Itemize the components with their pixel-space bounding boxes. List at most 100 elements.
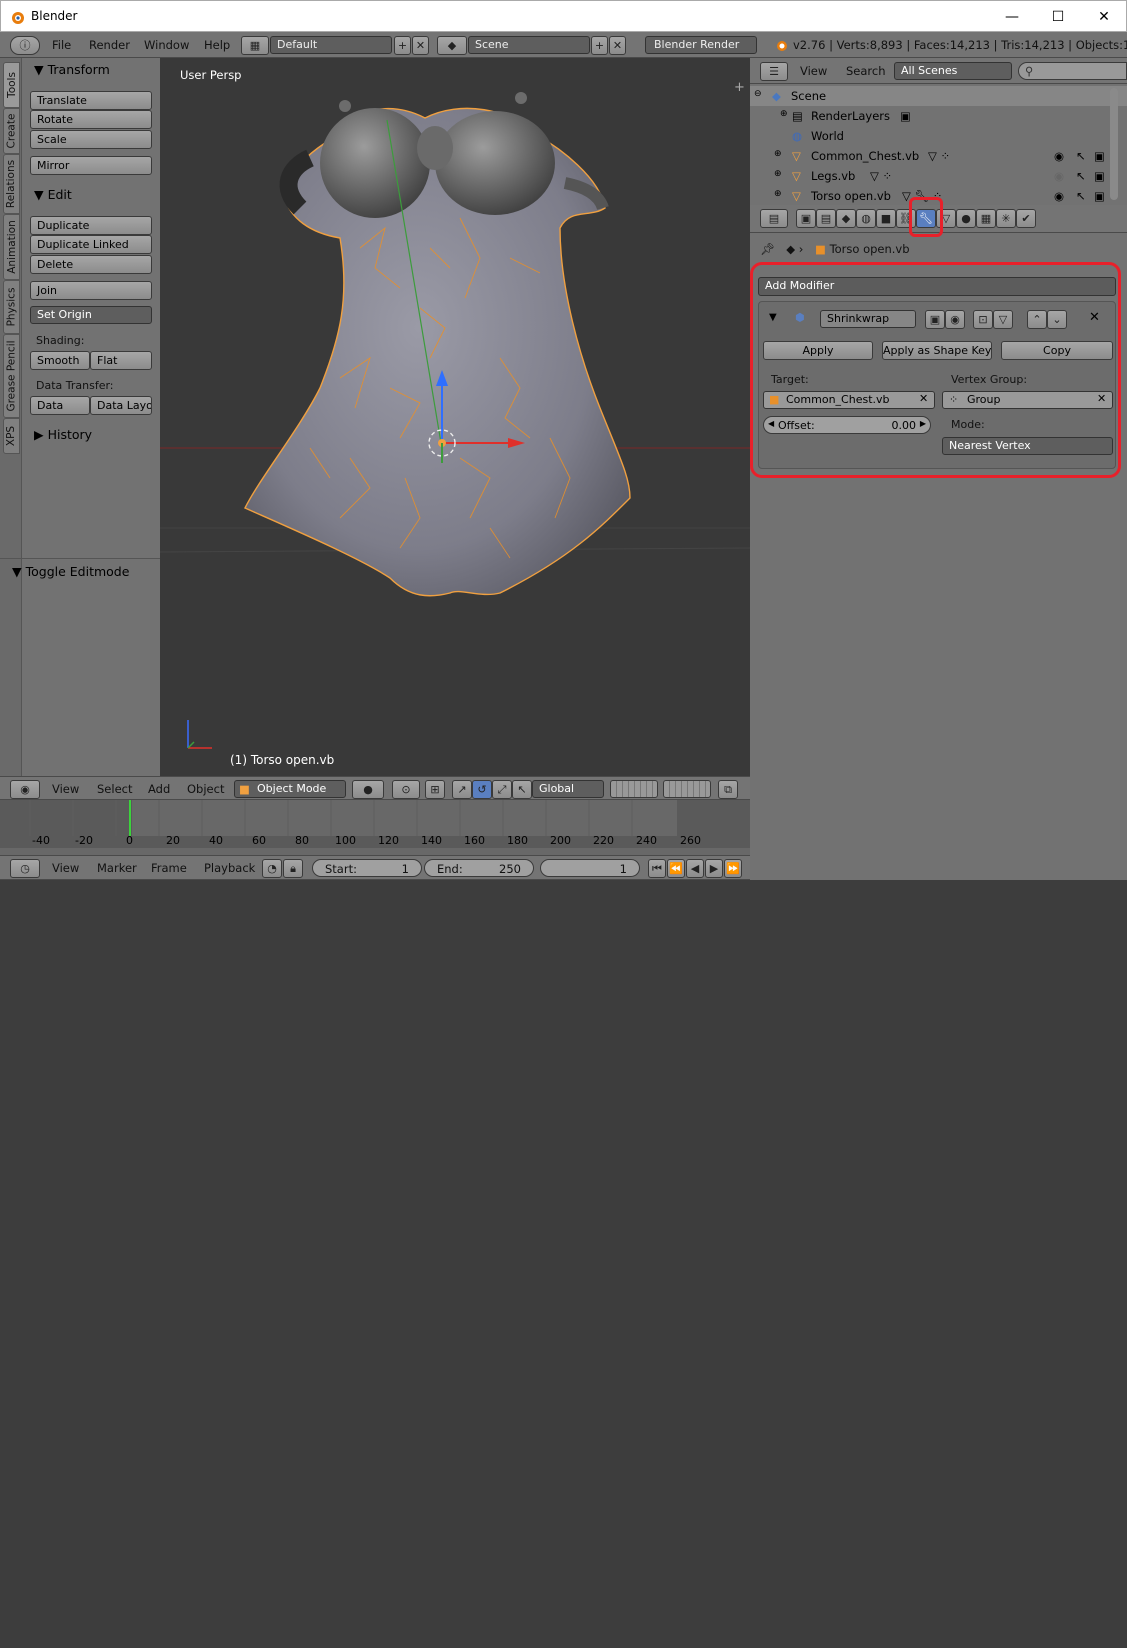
clear-vertex-group-icon[interactable]: ✕	[1097, 392, 1106, 405]
start-frame-field[interactable]: Start: 1	[312, 859, 422, 877]
vertex-group-field[interactable]: Group	[942, 391, 1113, 409]
apply-as-shape-key-button[interactable]: Apply as Shape Key	[882, 341, 992, 360]
copy-button[interactable]: Copy	[1001, 341, 1113, 360]
viewport-menu-select[interactable]: Select	[97, 782, 132, 796]
timeline-menu-playback[interactable]: Playback	[204, 861, 255, 875]
maximize-button[interactable]: ☐	[1035, 1, 1081, 32]
outliner-row-world[interactable]: ◍ World	[750, 126, 1127, 146]
edit-panel-title[interactable]: ▼ Edit	[34, 187, 72, 202]
properties-region-toggle-icon[interactable]: +	[734, 80, 745, 95]
pivot-point-icon[interactable]: ⊙	[392, 780, 420, 799]
timeline-menu-marker[interactable]: Marker	[97, 861, 137, 875]
translate-manipulator-icon[interactable]: ↗	[452, 780, 472, 799]
outliner-menu-view[interactable]: View	[800, 64, 827, 78]
play-reverse-icon[interactable]: ◀	[686, 859, 704, 878]
viewport-shading-icon[interactable]: ●	[352, 780, 384, 799]
next-keyframe-icon[interactable]: ⏩	[724, 859, 742, 878]
display-mode-select[interactable]: All Scenes	[894, 62, 1012, 80]
menu-file[interactable]: File	[52, 38, 71, 52]
prev-keyframe-icon[interactable]: ⏪	[667, 859, 685, 878]
render-camera-icon[interactable]: ▣	[1094, 189, 1105, 203]
mode-select[interactable]: Nearest Vertex	[942, 437, 1113, 455]
tab-physics[interactable]: Physics	[3, 280, 20, 334]
editor-type-properties-icon[interactable]: ▤	[760, 209, 788, 228]
viewport-menu-add[interactable]: Add	[148, 782, 170, 796]
visibility-eye-icon[interactable]: ◉	[1054, 149, 1064, 163]
set-origin-select[interactable]: Set Origin	[30, 306, 152, 324]
select-arrow-icon[interactable]: ↖	[1076, 149, 1086, 163]
offset-field[interactable]: ◀ Offset: 0.00 ▶	[763, 416, 931, 434]
tab-create[interactable]: Create	[3, 108, 20, 154]
render-context-icon[interactable]: ▣	[796, 209, 816, 228]
visibility-eye-icon[interactable]: ◉	[1054, 169, 1064, 183]
layer-buttons-a[interactable]	[610, 780, 658, 798]
3d-viewport[interactable]: User Persp (1) Torso open.vb +	[160, 58, 750, 776]
current-frame-field[interactable]: 1	[540, 859, 640, 877]
layer-buttons-b[interactable]	[663, 780, 711, 798]
physics-context-icon[interactable]: ✔	[1016, 209, 1036, 228]
outliner-row-common-chest[interactable]: ⊕ ▽ Common_Chest.vb ▽ ⁘ ◉ ↖ ▣	[750, 146, 1127, 166]
scene-selector-icon[interactable]: ◆	[437, 36, 467, 55]
modifier-render-icon[interactable]: ▣	[925, 310, 945, 329]
add-modifier-select[interactable]: Add Modifier	[758, 277, 1116, 296]
remove-modifier-icon[interactable]: ✕	[1089, 310, 1100, 325]
screen-layout-icon[interactable]: ▦	[241, 36, 269, 55]
render-camera-icon[interactable]: ▣	[1094, 149, 1105, 163]
world-context-icon[interactable]: ◍	[856, 209, 876, 228]
tab-tools[interactable]: Tools	[3, 62, 20, 108]
scene-field[interactable]: Scene	[468, 36, 590, 54]
collapse-arrow-icon[interactable]: ▼	[769, 312, 777, 323]
outliner-search-input[interactable]: ⚲	[1018, 62, 1127, 80]
menu-render[interactable]: Render	[89, 38, 130, 52]
data-layout-button[interactable]: Data Layo	[90, 396, 152, 415]
editor-type-info-icon[interactable]: ⓘ	[10, 36, 40, 55]
flat-button[interactable]: Flat	[90, 351, 152, 370]
select-arrow-icon[interactable]: ↖	[1076, 169, 1086, 183]
orientation-select[interactable]: Global	[532, 780, 604, 798]
modifier-name-field[interactable]: Shrinkwrap	[820, 310, 916, 328]
layout-field[interactable]: Default	[270, 36, 392, 54]
modifier-editmode-icon[interactable]: ⊡	[973, 310, 993, 329]
scale-manipulator-icon[interactable]: ⤢	[492, 780, 512, 799]
delete-button[interactable]: Delete	[30, 255, 152, 274]
lock-layers-icon[interactable]: ⧉	[718, 780, 738, 799]
tab-animation[interactable]: Animation	[3, 214, 20, 280]
modifier-cage-icon[interactable]: ▽	[993, 310, 1013, 329]
viewport-menu-view[interactable]: View	[52, 782, 79, 796]
outliner-scrollbar[interactable]	[1110, 88, 1118, 200]
clock-icon[interactable]: ◔	[262, 859, 282, 878]
timeline-menu-frame[interactable]: Frame	[151, 861, 187, 875]
duplicate-linked-button[interactable]: Duplicate Linked	[30, 235, 152, 254]
editor-type-timeline-icon[interactable]: ◷	[10, 859, 40, 878]
join-button[interactable]: Join	[30, 281, 152, 300]
viewport-menu-object[interactable]: Object	[187, 782, 224, 796]
rotate-manipulator-icon[interactable]: ↺	[472, 780, 492, 799]
renderlayer-context-icon[interactable]: ▤	[816, 209, 836, 228]
timeline-menu-view[interactable]: View	[52, 861, 79, 875]
rotate-button[interactable]: Rotate	[30, 110, 152, 129]
editor-type-3dview-icon[interactable]: ◉	[10, 780, 40, 799]
move-down-icon[interactable]: ⌄	[1047, 310, 1067, 329]
add-layout-icon[interactable]: +	[394, 36, 411, 55]
tab-relations[interactable]: Relations	[3, 154, 20, 214]
mode-select[interactable]: Object Mode	[234, 780, 346, 798]
pin-icon[interactable]: 📌︎	[760, 242, 775, 256]
toggle-editmode-title[interactable]: ▼ Toggle Editmode	[12, 564, 129, 579]
end-frame-field[interactable]: End: 250	[424, 859, 534, 877]
remove-layout-icon[interactable]: ✕	[412, 36, 429, 55]
lock-frame-icon[interactable]: 🔒︎	[283, 859, 303, 878]
select-arrow-icon[interactable]: ↖	[1076, 189, 1086, 203]
add-scene-icon[interactable]: +	[591, 36, 608, 55]
modifier-viewport-icon[interactable]: ◉	[945, 310, 965, 329]
outliner-row-legs[interactable]: ⊕ ▽ Legs.vb ▽ ⁘ ◉ ↖ ▣	[750, 166, 1127, 186]
manipulator-toggle-icon[interactable]: ⊞	[425, 780, 445, 799]
duplicate-button[interactable]: Duplicate	[30, 216, 152, 235]
apply-button[interactable]: Apply	[763, 341, 873, 360]
scene-context-icon[interactable]: ◆	[836, 209, 856, 228]
menu-help[interactable]: Help	[204, 38, 230, 52]
target-field[interactable]: Common_Chest.vb	[763, 391, 935, 409]
visibility-eye-icon[interactable]: ◉	[1054, 189, 1064, 203]
jump-start-icon[interactable]: ⏮	[648, 859, 666, 878]
menu-window[interactable]: Window	[144, 38, 189, 52]
history-panel-title[interactable]: ▶ History	[34, 427, 92, 442]
